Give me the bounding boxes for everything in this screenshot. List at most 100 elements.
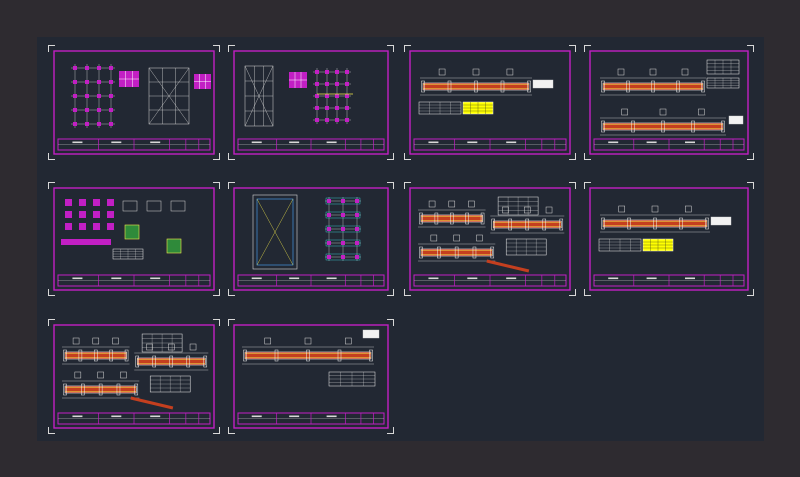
column-mark [97,80,101,84]
column-mark [73,80,77,84]
column-mark [327,213,331,217]
drawing-sheet-7[interactable] [404,182,576,296]
column-mark [85,108,89,112]
drawing-sheet-10[interactable] [228,319,394,434]
drawing-sheet-5[interactable] [48,182,220,296]
section-marker [74,371,82,379]
note-box [532,79,554,89]
column-mark [85,94,89,98]
title-block-text [467,277,478,280]
title-block-text [150,277,161,280]
column-mark [85,66,89,70]
column-mark [85,122,89,126]
column-mark [97,66,101,70]
drawing-sheet-9[interactable] [48,319,220,434]
column-mark [327,255,331,259]
section-marker [189,343,197,351]
section-marker [438,68,446,76]
column-mark [345,70,349,74]
title-block-text [111,277,122,280]
column-mark [335,82,339,86]
title-block-text [251,277,262,280]
section-marker [92,337,100,345]
section-marker [430,234,438,242]
title-block-text [506,141,517,144]
title-block-text [289,415,300,418]
title-block-text [467,141,478,144]
section-marker [72,337,80,345]
section-marker [112,337,119,345]
footing-plan-mark [107,199,114,206]
title-block-text [251,141,262,144]
column-mark [73,108,77,112]
section-marker [649,68,657,76]
drawing-sheet-3[interactable] [404,45,576,160]
pedestal-elevation [146,200,162,212]
section-marker [345,337,352,345]
column-mark [355,199,359,203]
beam-section [244,351,372,360]
column-mark [109,94,113,98]
section-marker [618,205,625,213]
beam-section [492,220,562,229]
note-box [362,329,380,339]
drawing-sheet-2[interactable] [228,45,394,160]
section-marker [681,68,689,76]
pedestal-elevation [170,200,186,212]
title-block-text [685,277,695,280]
column-mark [109,80,113,84]
column-mark [345,118,349,122]
title-block-text [428,277,439,280]
section-marker [698,108,705,116]
beam-section [602,219,708,228]
title-block-text [150,141,161,144]
column-mark [341,227,345,231]
section-marker [472,68,480,76]
column-mark [97,94,101,98]
sloped-beam [486,259,530,273]
column-mark [345,106,349,110]
drawing-sheet-1[interactable] [48,45,220,160]
column-mark [345,94,349,98]
section-marker [453,234,460,242]
drawing-sheet-8[interactable] [584,182,754,296]
title-block-text [289,141,300,144]
footing-plan-mark [65,211,72,218]
footing-plan-mark [93,199,100,206]
column-mark [109,108,113,112]
column-mark [341,255,345,259]
column-mark [335,106,339,110]
column-mark [73,66,77,70]
section-marker [685,205,692,213]
title-block-text [72,277,83,280]
footing-plan-mark [79,223,86,230]
column-mark [315,94,319,98]
title-block-text [111,141,122,144]
column-mark [315,82,319,86]
column-mark [327,241,331,245]
column-mark [325,106,329,110]
column-mark [355,213,359,217]
beam-section [420,214,483,223]
drawing-sheet-6[interactable] [228,182,394,296]
sloped-beam [130,396,174,410]
footing-plan-mark [65,199,72,206]
section-marker [621,108,628,116]
title-block-text [72,141,83,144]
section-marker [448,200,456,208]
column-mark [355,227,359,231]
column-mark [73,94,77,98]
note-box [710,216,732,226]
footing-plan-mark [93,211,100,218]
title-block-text [608,141,619,144]
title-block-text [111,415,122,418]
column-mark [109,66,113,70]
beam-section [422,82,530,91]
section-marker [468,200,475,208]
title-block-text [608,277,619,280]
section-marker [168,343,175,351]
model-space-canvas[interactable] [37,37,764,441]
column-mark [325,70,329,74]
drawing-sheet-4[interactable] [584,45,754,160]
column-mark [335,118,339,122]
